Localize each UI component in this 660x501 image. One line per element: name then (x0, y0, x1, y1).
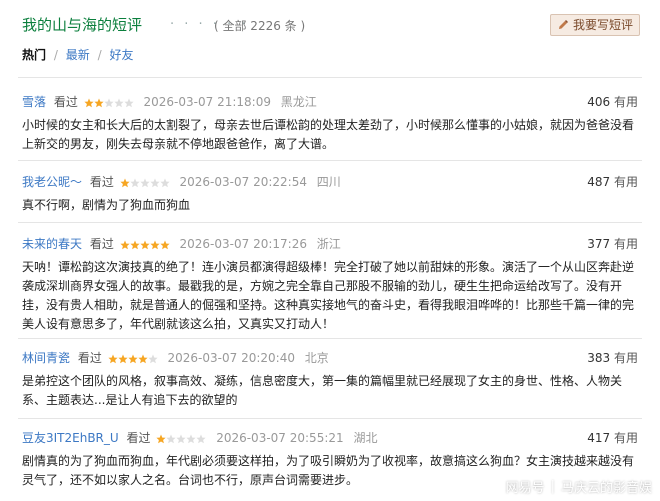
divider (18, 338, 642, 339)
watermark-site: 网易号 (505, 480, 545, 496)
star-empty-icon (104, 98, 114, 108)
star-filled-icon (150, 240, 160, 250)
rating-stars (108, 350, 158, 370)
useful-count: 406 (587, 95, 611, 109)
star-empty-icon (114, 98, 124, 108)
useful-label: 有用 (613, 431, 638, 445)
comment-meta: 雪落 看过 2026-03-07 21:18:09 黑龙江 406 有用 (22, 92, 638, 112)
divider (18, 418, 642, 419)
comment-status: 看过 (89, 237, 114, 251)
star-empty-icon (160, 178, 170, 188)
write-review-label: 我要写短评 (572, 18, 633, 32)
tab-hot[interactable]: 热门 (22, 48, 46, 62)
useful-count: 377 (587, 237, 611, 251)
useful-label: 有用 (613, 351, 638, 365)
comment-time: 2026-03-07 20:20:40 (167, 351, 295, 365)
star-filled-icon (120, 178, 130, 188)
comment-status: 看过 (53, 95, 78, 109)
star-empty-icon (186, 434, 196, 444)
comment-status: 看过 (89, 175, 114, 189)
star-filled-icon (160, 240, 170, 250)
comment-meta: 我老公昵～ 看过 2026-03-07 20:22:54 四川 487 有用 (22, 172, 638, 192)
comment-user[interactable]: 林间青瓷 (22, 351, 70, 365)
sort-tabs: 热门 / 最新 / 好友 (22, 46, 133, 64)
comment-status: 看过 (126, 431, 151, 445)
star-filled-icon (108, 354, 118, 364)
comment-meta: 未来的春天 看过 2026-03-07 20:17:26 浙江 377 有用 (22, 234, 638, 254)
comment-time: 2026-03-07 21:18:09 (143, 95, 271, 109)
star-empty-icon (150, 178, 160, 188)
star-empty-icon (130, 178, 140, 188)
comment-location: 湖北 (353, 431, 378, 445)
useful-vote[interactable]: 487 有用 (587, 172, 638, 192)
star-filled-icon (138, 354, 148, 364)
star-filled-icon (140, 240, 150, 250)
star-filled-icon (156, 434, 166, 444)
comment-user[interactable]: 我老公昵～ (22, 175, 82, 189)
total-count[interactable]: ( 全部 2226 条 ) (214, 15, 305, 37)
rating-stars (120, 174, 170, 194)
comment-content: 小时候的女主和长大后的太割裂了，母亲去世后谭松韵的处理太差劲了，小时候那么懂事的… (22, 118, 635, 151)
divider (18, 222, 642, 223)
comment-location: 黑龙江 (280, 95, 317, 109)
star-empty-icon (124, 98, 134, 108)
comment-location: 北京 (304, 351, 329, 365)
comment-content: 天呐！谭松韵这次演技真的绝了！连小演员都演得超级棒！完全打破了她以前甜妹的形象。… (22, 260, 635, 331)
star-empty-icon (148, 354, 158, 364)
page-title: 我的山与海的短评 (22, 16, 143, 34)
useful-vote[interactable]: 406 有用 (587, 92, 638, 112)
comment-content: 真不行啊，剧情为了狗血而狗血 (22, 198, 191, 212)
star-filled-icon (130, 240, 140, 250)
comments-header: 我的山与海的短评 · · · · · · ( 全部 2226 条 ) 我要写短评 (18, 14, 642, 38)
star-empty-icon (176, 434, 186, 444)
comment-location: 浙江 (316, 237, 341, 251)
star-empty-icon (166, 434, 176, 444)
tab-separator: / (53, 48, 58, 62)
star-empty-icon (196, 434, 206, 444)
useful-vote[interactable]: 383 有用 (587, 348, 638, 368)
watermark-author: 马庆云的影音娱 (560, 480, 652, 496)
comment-item: 未来的春天 看过 2026-03-07 20:17:26 浙江 377 有用 天… (22, 234, 638, 334)
useful-label: 有用 (613, 95, 638, 109)
divider (18, 77, 642, 78)
comment-content: 是弟控这个团队的风格，叙事高效、凝练，信息密度大，第一集的篇幅里就已经展现了女主… (22, 374, 623, 407)
comment-user[interactable]: 未来的春天 (22, 237, 82, 251)
watermark: 网易号 | 马庆云的影音娱 (506, 475, 652, 497)
comment-item: 我老公昵～ 看过 2026-03-07 20:22:54 四川 487 有用 真… (22, 172, 638, 215)
watermark-separator: | (550, 478, 555, 494)
star-filled-icon (128, 354, 138, 364)
useful-count: 417 (587, 431, 611, 445)
rating-stars (84, 94, 134, 114)
useful-vote[interactable]: 377 有用 (587, 234, 638, 254)
star-empty-icon (140, 178, 150, 188)
useful-label: 有用 (613, 237, 638, 251)
star-filled-icon (118, 354, 128, 364)
rating-stars (156, 430, 206, 450)
tab-latest[interactable]: 最新 (66, 48, 90, 62)
comment-location: 四川 (316, 175, 341, 189)
comment-item: 雪落 看过 2026-03-07 21:18:09 黑龙江 406 有用 小时候… (22, 92, 638, 154)
comment-user[interactable]: 豆友3IT2EhBR_U (22, 431, 119, 445)
comment-time: 2026-03-07 20:17:26 (179, 237, 307, 251)
pencil-icon (558, 20, 568, 29)
star-filled-icon (94, 98, 104, 108)
star-filled-icon (120, 240, 130, 250)
star-filled-icon (84, 98, 94, 108)
write-review-button[interactable]: 我要写短评 (550, 14, 640, 36)
tab-friends[interactable]: 好友 (109, 48, 133, 62)
comment-meta: 豆友3IT2EhBR_U 看过 2026-03-07 20:55:21 湖北 4… (22, 428, 638, 448)
comment-time: 2026-03-07 20:22:54 (179, 175, 307, 189)
comment-status: 看过 (77, 351, 102, 365)
comment-item: 林间青瓷 看过 2026-03-07 20:20:40 北京 383 有用 是弟… (22, 348, 638, 410)
comment-time: 2026-03-07 20:55:21 (216, 431, 344, 445)
divider (18, 160, 642, 161)
comment-meta: 林间青瓷 看过 2026-03-07 20:20:40 北京 383 有用 (22, 348, 638, 368)
useful-label: 有用 (613, 175, 638, 189)
useful-count: 383 (587, 351, 611, 365)
comment-user[interactable]: 雪落 (22, 95, 46, 109)
tab-separator: / (97, 48, 102, 62)
rating-stars (120, 236, 170, 256)
useful-count: 487 (587, 175, 611, 189)
useful-vote[interactable]: 417 有用 (587, 428, 638, 448)
